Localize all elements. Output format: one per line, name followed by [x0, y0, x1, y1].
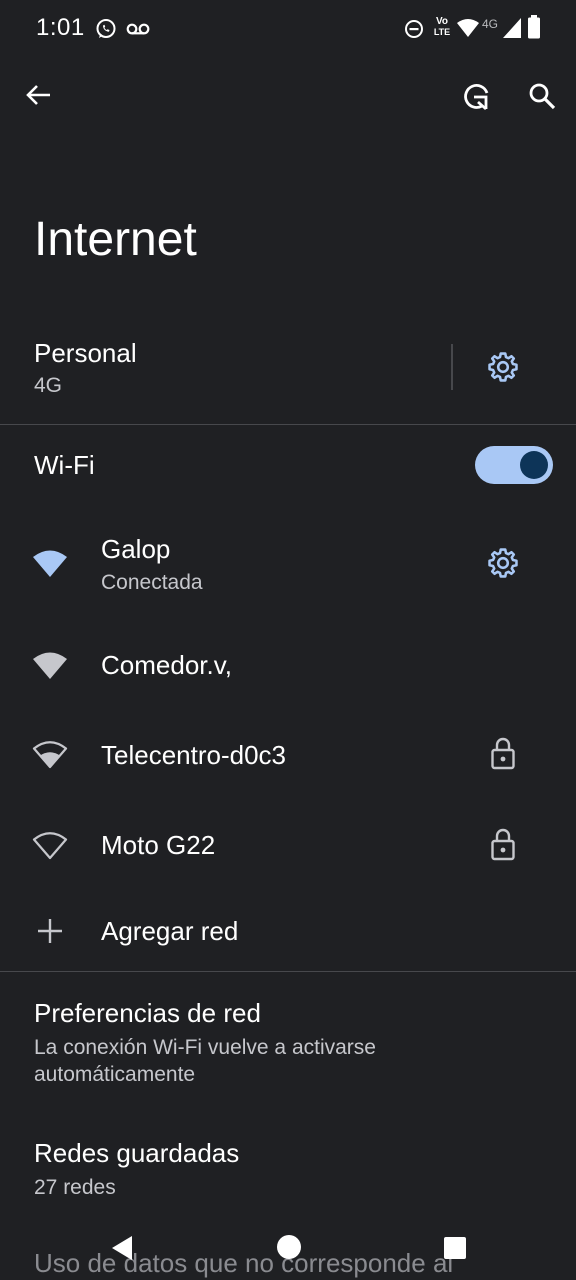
search-icon[interactable] [524, 78, 560, 114]
vertical-divider [451, 344, 453, 390]
mobile-network-type: 4G [34, 374, 63, 397]
volte-icon: Vo LTE [433, 16, 451, 37]
add-network-row[interactable]: Agregar red [0, 892, 576, 968]
wifi-network-row[interactable]: Moto G22 [0, 804, 576, 888]
saved-networks-title: Redes guardadas [34, 1138, 240, 1168]
wifi-medium-icon [32, 741, 68, 769]
network-name: Telecentro-d0c3 [101, 740, 286, 770]
signal-icon [503, 18, 521, 38]
wifi-label: Wi-Fi [34, 450, 95, 480]
voicemail-icon [126, 23, 150, 35]
recents-square-icon[interactable] [442, 1235, 468, 1261]
status-time: 1:01 [36, 14, 85, 41]
gear-icon[interactable] [486, 546, 520, 580]
network-name: Moto G22 [101, 830, 216, 860]
preferences-subtitle-line2: automáticamente [34, 1063, 196, 1086]
page-title: Internet [34, 213, 197, 266]
wifi-network-row[interactable]: Comedor.v, [0, 624, 576, 708]
wifi-icon [457, 19, 479, 37]
gear-icon[interactable] [486, 350, 520, 384]
lock-icon [491, 737, 515, 770]
saved-networks-count: 27 redes [34, 1176, 116, 1199]
mobile-carrier-name: Personal [34, 338, 137, 368]
mobile-network-row[interactable]: Personal 4G [0, 330, 440, 414]
section-divider [0, 424, 576, 425]
dnd-icon [405, 20, 423, 38]
toggle-knob [520, 451, 548, 479]
refresh-icon[interactable] [458, 78, 494, 114]
lock-icon [491, 828, 515, 861]
navigation-bar [0, 1216, 576, 1280]
whatsapp-icon [96, 19, 116, 38]
wifi-full-icon [33, 550, 67, 577]
4g-icon: 4G [482, 17, 499, 31]
preferences-subtitle-line1: La conexión Wi-Fi vuelve a activarse [34, 1036, 376, 1059]
network-name: Comedor.v, [101, 650, 233, 680]
wifi-network-row[interactable]: Telecentro-d0c3 [0, 714, 576, 798]
network-preferences-row[interactable]: Preferencias de red La conexión Wi-Fi vu… [0, 984, 576, 1094]
section-divider [0, 971, 576, 972]
internet-settings-screen: 1:01 Vo LTE 4G Internet Personal 4G Wi-F… [0, 0, 576, 1280]
home-circle-icon[interactable] [274, 1232, 304, 1262]
status-bar: 1:01 Vo LTE 4G [0, 0, 576, 56]
preferences-title: Preferencias de red [34, 998, 261, 1028]
network-name: Galop [101, 534, 171, 564]
wifi-full-icon [33, 652, 67, 679]
plus-icon [38, 919, 62, 943]
wifi-outline-icon [32, 832, 68, 860]
network-status: Conectada [101, 571, 203, 594]
saved-networks-row[interactable]: Redes guardadas 27 redes [0, 1126, 576, 1210]
wifi-network-row[interactable]: Galop Conectada [0, 520, 450, 610]
back-triangle-icon[interactable] [108, 1232, 136, 1264]
add-network-label: Agregar red [101, 916, 239, 946]
wifi-toggle-switch[interactable] [475, 446, 553, 484]
back-arrow-icon[interactable] [22, 78, 56, 112]
battery-icon [528, 15, 540, 39]
